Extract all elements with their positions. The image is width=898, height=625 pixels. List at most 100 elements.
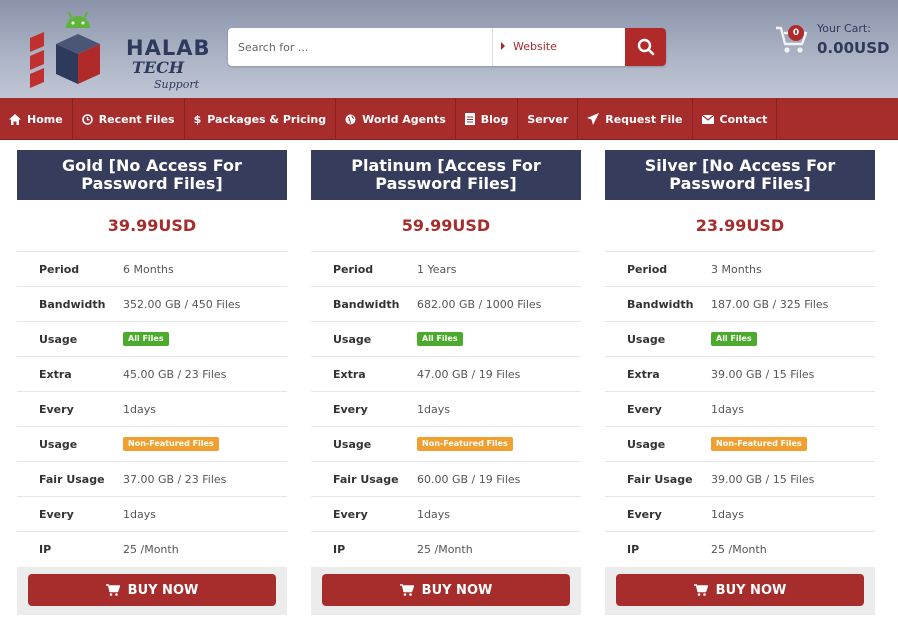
- feature-value: 187.00 GB / 325 Files: [711, 297, 829, 311]
- plan-feature-list: Period 1 Years Bandwidth 682.00 GB / 1000 F…: [311, 252, 581, 567]
- feature-label: Period: [39, 262, 80, 276]
- plan-card: Platinum [Access For Password Files] 59.…: [311, 150, 581, 615]
- feature-value: 39.00 GB / 15 Files: [711, 367, 815, 381]
- plan-feature-row: Bandwidth 187.00 GB / 325 Files: [605, 287, 875, 322]
- plan-feature-row: Extra 47.00 GB / 19 Files: [311, 357, 581, 392]
- feature-value: 25 /Month: [417, 543, 473, 556]
- feature-label: Extra: [39, 367, 72, 381]
- feature-label: Every: [39, 402, 74, 416]
- plan-feature-row: Extra 39.00 GB / 15 Files: [605, 357, 875, 392]
- buy-area: BUY NOW: [311, 567, 581, 615]
- plan-feature-row: Every 1days: [17, 497, 287, 532]
- plan-feature-row: IP 25 /Month: [605, 532, 875, 567]
- feature-label: Usage: [39, 437, 78, 451]
- search-button[interactable]: [625, 28, 666, 66]
- logo-text-halab: HALAB: [126, 36, 211, 60]
- feature-value: 1days: [711, 507, 744, 521]
- feature-badge: All Files: [417, 332, 463, 346]
- plan-feature-row: Every 1days: [17, 392, 287, 427]
- buy-area: BUY NOW: [17, 567, 287, 615]
- feature-value: 47.00 GB / 19 Files: [417, 367, 521, 381]
- search-bar: Website: [228, 28, 666, 66]
- brand-logo[interactable]: HALAB TECH Support: [26, 8, 209, 94]
- shopping-cart-icon: [693, 584, 708, 596]
- nav-item-label: Server: [527, 112, 569, 126]
- plan-feature-row: Usage All Files: [17, 322, 287, 357]
- feature-badge: Non-Featured Files: [711, 437, 807, 451]
- nav-item-home[interactable]: Home: [0, 98, 73, 140]
- nav-item-label: Request File: [605, 112, 683, 126]
- feature-value: 25 /Month: [123, 543, 179, 556]
- feature-label: Usage: [333, 332, 372, 346]
- nav-item-blog[interactable]: Blog: [456, 98, 519, 140]
- cart-widget[interactable]: 0 Your Cart: 0.00USD: [774, 22, 894, 66]
- plan-feature-row: Period 3 Months: [605, 252, 875, 287]
- feature-value: 1days: [123, 402, 156, 416]
- nav-item-label: Contact: [719, 112, 768, 126]
- nav-item-label: Blog: [480, 112, 509, 126]
- feature-value: 60.00 GB / 19 Files: [417, 472, 521, 486]
- buy-now-button[interactable]: BUY NOW: [28, 574, 276, 606]
- buy-area: BUY NOW: [605, 567, 875, 615]
- feature-label: Period: [333, 262, 374, 276]
- nav-item-contact[interactable]: Contact: [693, 98, 778, 140]
- search-scope-select[interactable]: Website: [492, 28, 625, 66]
- feature-value: 1days: [417, 402, 450, 416]
- feature-label: Usage: [333, 437, 372, 451]
- buy-now-button[interactable]: BUY NOW: [322, 574, 570, 606]
- feature-value: 25 /Month: [711, 543, 767, 556]
- feature-label: IP: [627, 543, 640, 556]
- nav-item-recent-files[interactable]: Recent Files: [73, 98, 185, 140]
- feature-label: Period: [627, 262, 668, 276]
- logo-text-tech: TECH: [132, 58, 184, 77]
- nav-item-packages-pricing[interactable]: $ Packages & Pricing: [185, 98, 337, 140]
- feature-label: Every: [627, 402, 662, 416]
- buy-now-label: BUY NOW: [127, 582, 199, 598]
- plan-price: 59.99USD: [311, 200, 581, 252]
- nav-item-world-agents[interactable]: World Agents: [336, 98, 456, 140]
- plan-feature-row: IP 25 /Month: [17, 532, 287, 567]
- search-input[interactable]: [228, 28, 492, 66]
- plan-feature-list: Period 6 Months Bandwidth 352.00 GB / 450 F…: [17, 252, 287, 567]
- nav-item-label: Packages & Pricing: [207, 112, 327, 126]
- plan-feature-row: Usage Non-Featured Files: [311, 427, 581, 462]
- feature-label: Usage: [39, 332, 78, 346]
- nav-item-request-file[interactable]: Request File: [578, 98, 693, 140]
- feature-label: Every: [333, 402, 368, 416]
- plan-feature-list: Period 3 Months Bandwidth 187.00 GB / 325 F…: [605, 252, 875, 567]
- plan-feature-row: Fair Usage 37.00 GB / 23 Files: [17, 462, 287, 497]
- feature-label: Every: [333, 507, 368, 521]
- feature-label: Extra: [627, 367, 660, 381]
- plan-feature-row: Period 6 Months: [17, 252, 287, 287]
- shopping-cart-icon: [105, 584, 120, 596]
- plan-feature-row: Usage Non-Featured Files: [17, 427, 287, 462]
- feature-badge: Non-Featured Files: [417, 437, 513, 451]
- plan-feature-row: Usage Non-Featured Files: [605, 427, 875, 462]
- plan-feature-row: IP 25 /Month: [311, 532, 581, 567]
- feature-value: 1days: [711, 402, 744, 416]
- feature-label: Fair Usage: [627, 472, 693, 486]
- feature-value: 39.00 GB / 15 Files: [711, 472, 815, 486]
- feature-value: 682.00 GB / 1000 Files: [417, 297, 542, 311]
- feature-badge: All Files: [711, 332, 757, 346]
- plan-price: 23.99USD: [605, 200, 875, 252]
- feature-label: Fair Usage: [333, 472, 399, 486]
- buy-now-button[interactable]: BUY NOW: [616, 574, 864, 606]
- nav-item-server[interactable]: Server: [518, 98, 579, 140]
- plan-feature-row: Usage All Files: [311, 322, 581, 357]
- logo-mark-icon: [30, 11, 100, 88]
- plan-card: Gold [No Access For Password Files] 39.9…: [17, 150, 287, 615]
- feature-label: Extra: [333, 367, 366, 381]
- feature-value: 6 Months: [123, 262, 174, 276]
- cart-total: 0.00USD: [817, 39, 890, 57]
- feature-label: Usage: [627, 332, 666, 346]
- envelope-icon: [701, 114, 714, 124]
- home-icon: [9, 113, 21, 125]
- nav-item-label: Home: [27, 112, 63, 126]
- feature-label: Every: [39, 507, 74, 521]
- caret-right-icon: [501, 42, 505, 50]
- feature-label: Bandwidth: [39, 297, 106, 311]
- logo-text-support: Support: [154, 78, 200, 91]
- feature-value: 37.00 GB / 23 Files: [123, 472, 227, 486]
- feature-label: Fair Usage: [39, 472, 105, 486]
